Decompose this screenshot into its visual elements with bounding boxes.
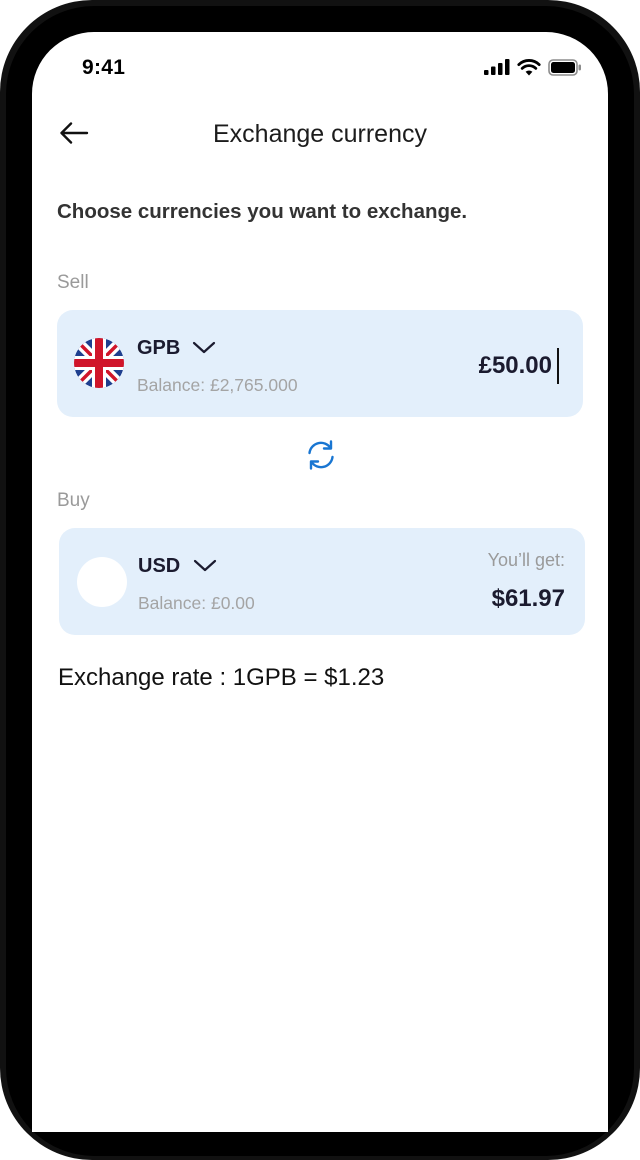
- swap-arrows-icon: [304, 440, 338, 476]
- page-title: Exchange currency: [212, 120, 427, 148]
- you-will-get-label: You’ll get:: [487, 550, 565, 570]
- instruction-text: Choose currencies you want to exchange.: [57, 200, 468, 223]
- buy-chevron-down-icon[interactable]: [193, 559, 217, 578]
- buy-balance: Balance: £0.00: [138, 593, 255, 613]
- signal-bars-icon: [484, 59, 510, 80]
- sell-amount-value: £50.00: [478, 352, 552, 379]
- text-cursor: [557, 348, 559, 384]
- swap-button[interactable]: [304, 438, 338, 472]
- exchange-rate-text: Exchange rate : 1GPB = $1.23: [58, 664, 385, 691]
- status-icons: [484, 58, 582, 81]
- sell-currency-code[interactable]: GPB: [137, 337, 180, 360]
- sell-label: Sell: [57, 272, 89, 293]
- battery-icon: [548, 58, 582, 81]
- sell-card[interactable]: GPB Balance: £2,765.000 £50.00: [57, 310, 583, 417]
- sell-amount-input[interactable]: £50.00: [479, 348, 559, 384]
- buy-label: Buy: [57, 490, 90, 511]
- uk-flag-icon: [74, 338, 124, 388]
- app-screen: 9:41 Exchange currency Choose currencies…: [32, 32, 608, 1132]
- buy-card[interactable]: USD Balance: £0.00 You’ll get: $61.97: [59, 528, 585, 635]
- sell-chevron-down-icon[interactable]: [192, 341, 216, 360]
- blank-flag-icon: [77, 557, 127, 607]
- status-time: 9:41: [82, 56, 126, 79]
- buy-currency-code[interactable]: USD: [138, 555, 180, 578]
- you-will-get-amount: $61.97: [491, 585, 565, 612]
- wifi-icon: [517, 58, 541, 81]
- sell-balance: Balance: £2,765.000: [137, 375, 298, 395]
